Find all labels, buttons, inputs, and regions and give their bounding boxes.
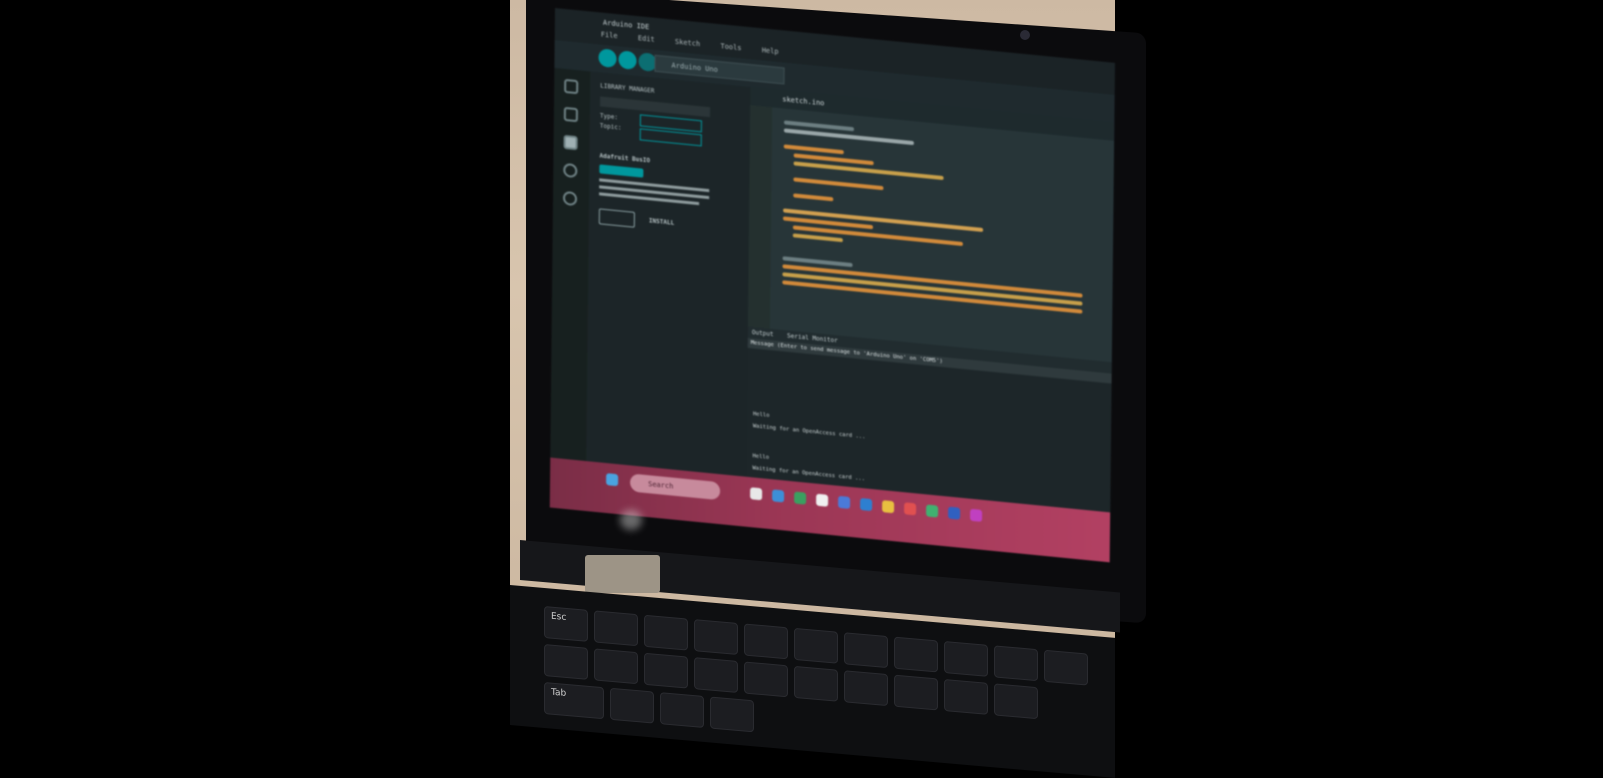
version-select[interactable] (598, 208, 635, 228)
hinge-block (585, 555, 660, 593)
search-icon[interactable] (562, 190, 578, 207)
menu-edit[interactable]: Edit (638, 34, 655, 44)
code-line (793, 177, 884, 191)
key[interactable] (594, 610, 638, 647)
serial-output-line: Hello (752, 411, 770, 420)
upload-button[interactable] (618, 50, 637, 70)
key[interactable] (694, 657, 738, 693)
filter-type-label: Type: (599, 112, 619, 122)
editor-tab[interactable]: sketch.ino (782, 95, 824, 107)
menu-file[interactable]: File (601, 30, 618, 40)
key[interactable] (894, 636, 938, 673)
key[interactable] (894, 674, 938, 711)
app-icon[interactable] (970, 508, 983, 522)
key[interactable] (744, 623, 788, 660)
key-tab[interactable]: Tab (544, 681, 604, 720)
key[interactable] (544, 643, 588, 680)
panel-title: LIBRARY MANAGER (600, 82, 655, 95)
key[interactable] (610, 687, 654, 724)
filter-topic-label: Topic: (599, 122, 622, 132)
code-line (782, 264, 1083, 298)
menu-sketch[interactable]: Sketch (675, 38, 700, 48)
key-esc[interactable]: Esc (544, 605, 588, 642)
chrome-icon[interactable] (794, 491, 807, 505)
key[interactable] (710, 696, 754, 733)
key-tab-label: Tab (551, 687, 567, 699)
board-selector-label: Arduino Uno (671, 61, 718, 74)
code-line (793, 193, 834, 202)
code-line (783, 144, 844, 155)
key[interactable] (794, 627, 838, 664)
key[interactable] (944, 678, 988, 715)
vscode-icon[interactable] (948, 506, 961, 520)
app-icon[interactable] (816, 493, 829, 507)
taskbar-search-label: Search (648, 480, 674, 491)
activity-bar (549, 67, 591, 512)
library-version-badge (599, 164, 644, 178)
menu-help[interactable]: Help (762, 46, 779, 56)
light-reflection (620, 510, 642, 530)
boards-icon[interactable] (563, 106, 578, 123)
serial-output-line: Hello (752, 453, 770, 461)
outlook-icon[interactable] (860, 497, 873, 512)
code-editor[interactable]: sketch.ino (747, 87, 1115, 363)
code-line (792, 233, 843, 243)
tab-output[interactable]: Output (752, 329, 774, 338)
key[interactable] (694, 619, 738, 655)
edge-icon[interactable] (772, 489, 785, 503)
folder-icon[interactable] (882, 500, 895, 514)
code-line (783, 128, 914, 146)
library-icon[interactable] (563, 134, 578, 151)
key[interactable] (744, 661, 788, 698)
webcam (1020, 30, 1030, 40)
start-icon[interactable] (606, 473, 619, 487)
key[interactable] (644, 652, 688, 689)
key[interactable] (644, 614, 688, 651)
key[interactable] (1044, 649, 1088, 686)
debug-icon[interactable] (563, 162, 578, 179)
key[interactable] (794, 665, 838, 702)
photo-frame: Arduino IDE File Edit Sketch Tools Help … (0, 0, 1603, 778)
serial-output-line: Waiting for an OpenAccess card ... (752, 423, 866, 441)
taskbar-search[interactable]: Search (630, 473, 721, 501)
window-title-text: Arduino IDE (602, 18, 650, 32)
folder-icon[interactable] (564, 78, 579, 95)
library-manager-panel: LIBRARY MANAGER Type: Topic: Adafruit Bu… (585, 71, 751, 527)
app-icon[interactable] (926, 504, 939, 518)
library-name: Adafruit BusIO (599, 152, 651, 165)
mail-icon[interactable] (838, 495, 851, 509)
menu-tools[interactable]: Tools (720, 42, 741, 52)
line-number-gutter (747, 105, 773, 330)
key[interactable] (994, 645, 1038, 682)
laptop-screen: Arduino IDE File Edit Sketch Tools Help … (549, 8, 1115, 563)
key[interactable] (594, 648, 638, 685)
key-esc-label: Esc (551, 611, 567, 623)
verify-button[interactable] (598, 48, 617, 69)
key[interactable] (844, 632, 888, 669)
app-icon[interactable] (904, 502, 917, 516)
install-button[interactable]: INSTALL (649, 217, 674, 226)
key[interactable] (844, 670, 888, 707)
taskview-icon[interactable] (750, 487, 763, 501)
key[interactable] (994, 683, 1038, 720)
key[interactable] (944, 640, 988, 677)
